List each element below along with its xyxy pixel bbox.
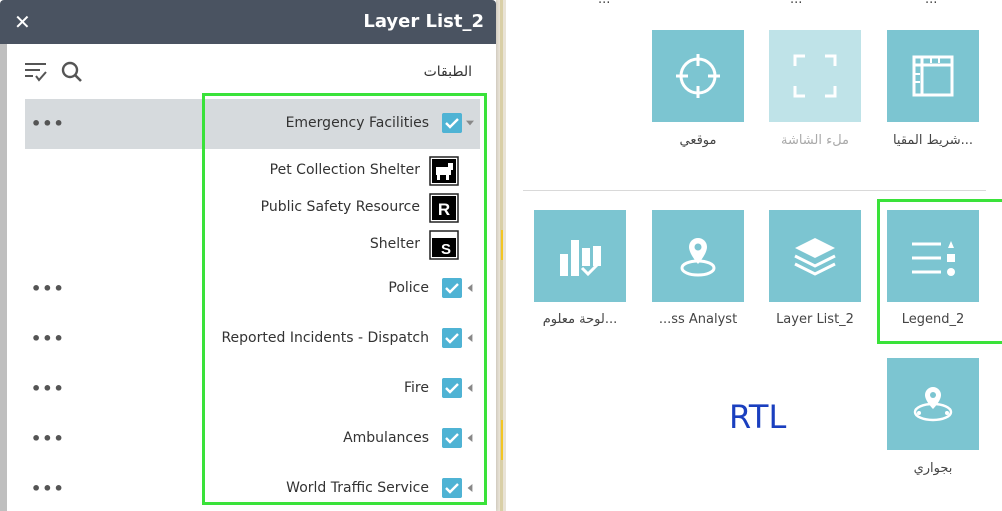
close-icon[interactable]: ✕ (14, 11, 34, 33)
search-icon[interactable] (61, 61, 83, 83)
panel-header: ✕ Layer List_2 (0, 0, 496, 44)
widget-near-me[interactable] (887, 358, 979, 450)
more-options-icon[interactable]: ••• (31, 379, 65, 398)
annotation-highlight-box (202, 93, 487, 505)
more-options-icon[interactable]: ••• (31, 279, 65, 298)
widget-divider (523, 190, 986, 191)
scalebar-icon (912, 55, 954, 97)
layers-icon (794, 238, 836, 276)
near-me-icon (913, 387, 953, 422)
more-options-icon[interactable]: ••• (31, 429, 65, 448)
panel-title: Layer List_2 (363, 11, 484, 32)
widget-label: Layer List_2 (776, 312, 854, 327)
annotation-highlight-box (877, 199, 1002, 344)
widget-label: ملء الشاشة (780, 133, 850, 148)
widget-label: لوحة معلوم... (542, 312, 618, 327)
widget-label: موقعي (679, 133, 717, 148)
layer-toolbar: الطبقات (7, 44, 496, 96)
widget-label-cut: ... (598, 0, 610, 7)
more-options-icon[interactable]: ••• (31, 479, 65, 498)
layers-label: الطبقات (423, 64, 472, 80)
widget-business-analyst[interactable] (652, 210, 744, 302)
business-analyst-icon (680, 238, 716, 277)
widget-label: شريط المقيا... (892, 133, 974, 148)
infographic-icon (560, 240, 602, 277)
more-options-icon[interactable]: ••• (31, 114, 65, 133)
widget-label-cut: ... (790, 0, 802, 7)
fullscreen-icon (793, 54, 837, 98)
widget-fullscreen[interactable] (769, 30, 861, 122)
panel-scrollbar[interactable] (0, 44, 7, 511)
widget-label: بجواري (913, 461, 953, 476)
widget-label: ...ss Analyst (658, 312, 738, 327)
widget-label-cut: ... (925, 0, 937, 7)
rtl-annotation: RTL (729, 398, 787, 436)
more-options-icon[interactable]: ••• (31, 329, 65, 348)
widget-layer-list[interactable] (769, 210, 861, 302)
widget-infographic[interactable] (534, 210, 626, 302)
filter-list-icon[interactable] (24, 61, 48, 83)
my-location-icon (676, 54, 720, 98)
widget-my-location[interactable] (652, 30, 744, 122)
widget-scalebar[interactable] (887, 30, 979, 122)
layer-list-panel: ✕ Layer List_2 الطبقات ••• Emergency Fac… (0, 0, 496, 511)
map-background (496, 0, 506, 511)
